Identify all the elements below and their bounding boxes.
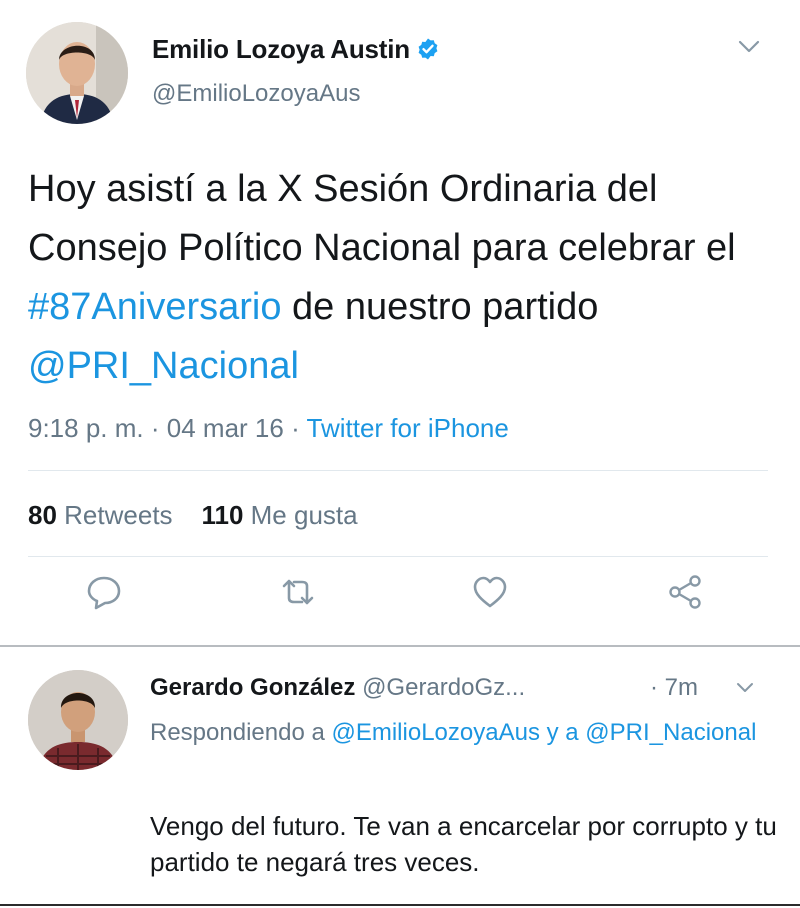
- author-name[interactable]: Emilio Lozoya Austin: [152, 34, 440, 65]
- tweet-stats: 80 Retweets 110 Me gusta: [28, 500, 358, 531]
- author-handle[interactable]: @EmilioLozoyaAus: [152, 80, 360, 108]
- chevron-down-icon[interactable]: [736, 682, 754, 694]
- tweet-meta: 9:18 p. m. · 04 mar 16 · Twitter for iPh…: [28, 413, 509, 444]
- meta-separator: ·: [150, 413, 160, 443]
- tweet-source[interactable]: Twitter for iPhone: [307, 413, 509, 443]
- bottom-separator: [0, 904, 800, 906]
- likes-label: Me gusta: [250, 500, 358, 530]
- reply-icon[interactable]: [82, 570, 126, 614]
- reply-author-avatar[interactable]: [28, 670, 128, 770]
- divider: [28, 470, 768, 471]
- replying-and: y a: [539, 719, 586, 746]
- share-icon[interactable]: [664, 570, 708, 614]
- likes-count: 110: [201, 500, 244, 530]
- author-name-text[interactable]: Emilio Lozoya Austin: [152, 34, 410, 64]
- replying-mention-link[interactable]: @EmilioLozoyaAus: [331, 719, 539, 746]
- divider: [28, 556, 768, 557]
- retweets-count: 80: [28, 500, 57, 530]
- reply-author-handle[interactable]: @GerardoGz...: [362, 674, 525, 701]
- replying-mention-link[interactable]: @PRI_Nacional: [585, 719, 756, 746]
- reply-author-name[interactable]: Gerardo González: [150, 674, 355, 701]
- tweet-time[interactable]: 9:18 p. m.: [28, 413, 144, 443]
- likes-stat[interactable]: 110 Me gusta: [201, 500, 357, 530]
- retweets-stat[interactable]: 80 Retweets: [28, 500, 173, 530]
- reply-text: Vengo del futuro. Te van a encarcelar po…: [150, 811, 777, 877]
- reply-time[interactable]: · 7m: [650, 674, 698, 702]
- verified-badge-icon: [418, 38, 438, 60]
- tweet-text: Hoy asistí a la X Sesión Ordinaria del C…: [28, 160, 778, 396]
- author-avatar[interactable]: [26, 22, 128, 124]
- tweet-separator: [0, 645, 800, 647]
- tweet-date[interactable]: 04 mar 16: [167, 413, 284, 443]
- mention-link[interactable]: @PRI_Nacional: [28, 345, 299, 387]
- tweet-text-part-1: Hoy asistí a la X Sesión Ordinaria del C…: [28, 168, 736, 269]
- retweet-icon[interactable]: [276, 570, 320, 614]
- meta-separator: ·: [291, 413, 300, 443]
- tweet-text-part-2: de nuestro partido: [281, 286, 599, 328]
- hashtag-link[interactable]: #87Aniversario: [28, 286, 281, 328]
- retweets-label: Retweets: [64, 500, 173, 530]
- replying-prefix: Respondiendo a: [150, 719, 332, 746]
- replying-to: Respondiendo a @EmilioLozoyaAus y a @PRI…: [150, 716, 770, 750]
- chevron-down-icon[interactable]: [738, 40, 760, 54]
- like-icon[interactable]: [468, 570, 512, 614]
- tweet-actions: [0, 570, 800, 630]
- reply-author[interactable]: Gerardo González @GerardoGz...: [150, 674, 525, 702]
